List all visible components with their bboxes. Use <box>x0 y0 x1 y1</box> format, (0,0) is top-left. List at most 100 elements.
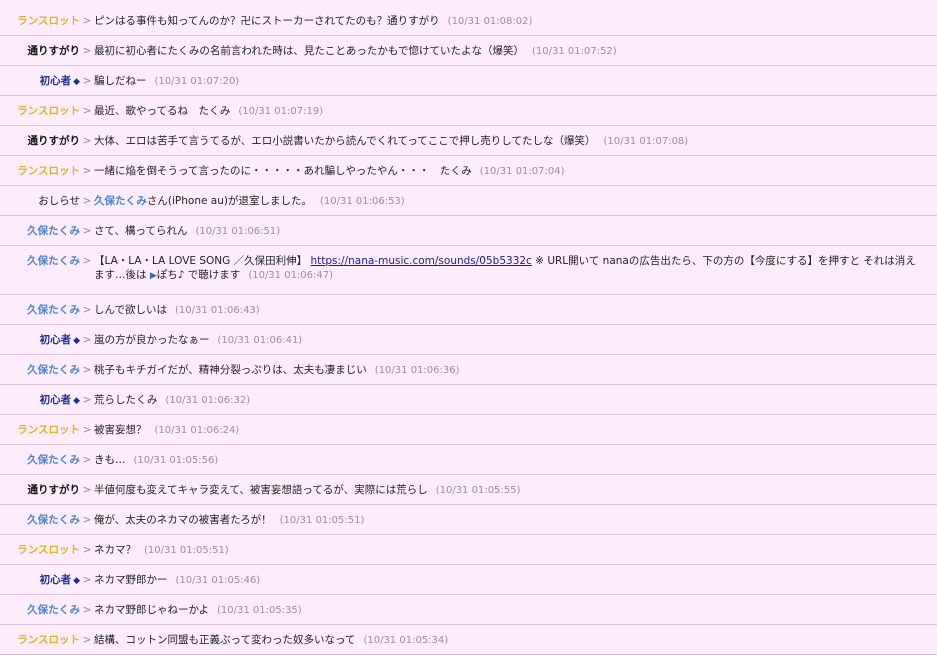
sender-name: ランスロット <box>0 164 80 178</box>
message-body: 大体、エロは苦手て言うてるが、エロ小説書いたから読んでくれてってここで押し売りし… <box>94 134 937 149</box>
message-body: 荒らしたくみ (10/31 01:06:32) <box>94 393 937 408</box>
sender-name: 久保たくみ <box>0 603 80 617</box>
message-body: ネカマ？ (10/31 01:05:51) <box>94 543 937 558</box>
message-body: 半値何度も変えてキャラ変えて、被害妄想語ってるが、実際には荒らし (10/31 0… <box>94 483 937 498</box>
message-body: さて、構ってられん (10/31 01:06:51) <box>94 224 937 239</box>
sender-name: 久保たくみ <box>0 303 80 317</box>
sender-name-text: ランスロット <box>17 15 80 27</box>
separator-arrow: > <box>82 105 92 117</box>
timestamp: (10/31 01:07:08) <box>603 136 689 147</box>
chat-message-row: 久保たくみ > 【LA・LA・LA LOVE SONG ／久保田利伸】 https:… <box>0 246 937 295</box>
message-text: 俺が、太夫のネカマの被害者たろが！ <box>94 514 272 526</box>
sender-name-text: 通りすがり <box>27 45 81 57</box>
sender-name: ランスロット <box>0 543 80 557</box>
chat-message-row: 久保たくみ > 俺が、太夫のネカマの被害者たろが！ (10/31 01:05:51) <box>0 505 937 535</box>
sender-name-text: 久保たくみ <box>27 514 80 526</box>
timestamp: (10/31 01:08:02) <box>447 16 533 27</box>
message-text: さん(iPhone au)が退室しました。 <box>146 195 312 207</box>
sender-name-text: 初心者 <box>39 334 72 346</box>
sender-name-text: ランスロット <box>17 424 80 436</box>
message-link[interactable]: https://nana-music.com/sounds/05b5332c <box>310 255 531 267</box>
separator-arrow: > <box>82 225 92 237</box>
sender-name-text: ランスロット <box>17 544 80 556</box>
message-body: ピンはる事件も知ってんのか？卍にストーカーされてたのも？通りすがり (10/31 … <box>94 14 937 29</box>
sender-name: 久保たくみ <box>0 363 80 377</box>
message-body: 【LA・LA・LA LOVE SONG ／久保田利伸】 https://nana… <box>94 254 937 283</box>
sender-name: おしらせ <box>0 194 80 208</box>
timestamp: (10/31 01:05:35) <box>216 605 302 616</box>
timestamp: (10/31 01:05:51) <box>144 545 229 556</box>
message-text: 【LA・LA・LA LOVE SONG ／久保田利伸】 <box>94 255 308 267</box>
message-body: しんで欲しいは (10/31 01:06:43) <box>94 303 937 318</box>
sender-name: 久保たくみ <box>0 224 80 238</box>
message-body: 嵐の方が良かったなぁー (10/31 01:06:41) <box>94 333 937 348</box>
sender-name: ランスロット <box>0 633 80 647</box>
message-body: 一緒に焔を倒そうって言ったのに・・・・・あれ騙しやったやん・・・ たくみ (10/… <box>94 164 937 179</box>
trip-diamond-icon: ◆ <box>73 396 80 406</box>
trip-diamond-icon: ◆ <box>73 336 80 346</box>
message-text: ネカマ野郎じゃねーかよ <box>94 604 209 616</box>
sender-name-text: おしらせ <box>38 195 80 207</box>
separator-arrow: > <box>82 574 92 586</box>
timestamp: (10/31 01:07:04) <box>479 166 565 177</box>
timestamp: (10/31 01:07:52) <box>531 46 617 57</box>
sender-name: ランスロット <box>0 14 80 28</box>
message-text: ピンはる事件も知ってんのか？卍にストーカーされてたのも？通りすがり <box>94 15 440 27</box>
message-body: 最近、歌やってるね たくみ (10/31 01:07:19) <box>94 104 937 119</box>
message-text: 一緒に焔を倒そうって言ったのに・・・・・あれ騙しやったやん・・・ たくみ <box>94 165 472 177</box>
timestamp: (10/31 01:07:20) <box>154 76 240 87</box>
chat-message-row: 初心者 ◆ > ネカマ野郎かー (10/31 01:05:46) <box>0 565 937 595</box>
sender-name-text: 初心者 <box>39 75 72 87</box>
chat-message-row: 通りすがり > 半値何度も変えてキャラ変えて、被害妄想語ってるが、実際には荒らし (1… <box>0 475 937 505</box>
message-text: 桃子もキチガイだが、精神分裂っぷりは、太夫も凄まじい <box>94 364 367 376</box>
message-text: さて、構ってられん <box>94 225 188 237</box>
timestamp: (10/31 01:05:51) <box>279 515 365 526</box>
message-body: 桃子もキチガイだが、精神分裂っぷりは、太夫も凄まじい (10/31 01:06:3… <box>94 363 937 378</box>
sender-name-text: 初心者 <box>39 574 72 586</box>
sender-name: 久保たくみ <box>0 513 80 527</box>
message-text: 半値何度も変えてキャラ変えて、被害妄想語ってるが、実際には荒らし <box>94 484 428 496</box>
separator-arrow: > <box>82 45 92 57</box>
sender-name: 久保たくみ <box>0 254 80 268</box>
separator-arrow: > <box>82 135 92 147</box>
chat-message-row: 通りすがり > 大体、エロは苦手て言うてるが、エロ小説書いたから読んでくれてってここ… <box>0 126 937 156</box>
separator-arrow: > <box>82 15 92 27</box>
sender-name-text: 久保たくみ <box>27 454 80 466</box>
timestamp: (10/31 01:06:32) <box>165 395 251 406</box>
timestamp: (10/31 01:05:56) <box>133 455 219 466</box>
message-text: しんで欲しいは <box>94 304 167 316</box>
separator-arrow: > <box>82 195 92 207</box>
separator-arrow: > <box>82 484 92 496</box>
play-triangle-icon: ▶ <box>149 271 157 281</box>
separator-arrow: > <box>82 364 92 376</box>
separator-arrow: > <box>82 75 92 87</box>
sender-name-text: ランスロット <box>17 105 80 117</box>
timestamp: (10/31 01:06:43) <box>174 305 260 316</box>
chat-message-row: おしらせ > 久保たくみさん(iPhone au)が退室しました。 (10/31 01… <box>0 186 937 216</box>
sender-name: 通りすがり <box>0 44 81 58</box>
message-body: 結構、コットン同盟も正義ぶって変わった奴多いなって (10/31 01:05:34… <box>94 633 937 648</box>
message-text: ぽち♪ で聴けます <box>156 269 241 281</box>
trip-diamond-icon: ◆ <box>73 576 80 586</box>
message-text: 荒らしたくみ <box>94 394 158 406</box>
sender-name: 通りすがり <box>0 483 81 497</box>
message-body: ネカマ野郎じゃねーかよ (10/31 01:05:35) <box>94 603 937 618</box>
chat-message-row: 久保たくみ > さて、構ってられん (10/31 01:06:51) <box>0 216 937 246</box>
message-text: ネカマ野郎かー <box>94 574 168 586</box>
message-body: 久保たくみさん(iPhone au)が退室しました。 (10/31 01:06:5… <box>94 194 937 209</box>
chat-message-row: 初心者 ◆ > 荒らしたくみ (10/31 01:06:32) <box>0 385 937 415</box>
message-body: 騙しだねー (10/31 01:07:20) <box>94 74 937 89</box>
message-text: 最初に初心者にたくみの名前言われた時は、見たことあったかもで惚けていたよな（爆笑… <box>94 45 524 57</box>
message-text: 騙しだねー <box>94 75 147 87</box>
sender-name: ランスロット <box>0 104 80 118</box>
timestamp: (10/31 01:06:51) <box>195 226 281 237</box>
chat-message-row: 久保たくみ > しんで欲しいは (10/31 01:06:43) <box>0 295 937 325</box>
separator-arrow: > <box>82 394 92 406</box>
message-body: 俺が、太夫のネカマの被害者たろが！ (10/31 01:05:51) <box>94 513 937 528</box>
timestamp: (10/31 01:06:24) <box>154 425 240 436</box>
chat-message-row: ランスロット > 最近、歌やってるね たくみ (10/31 01:07:19) <box>0 96 937 126</box>
timestamp: (10/31 01:06:41) <box>217 335 303 346</box>
sender-name: ランスロット <box>0 423 80 437</box>
separator-arrow: > <box>82 165 92 177</box>
separator-arrow: > <box>82 514 92 526</box>
